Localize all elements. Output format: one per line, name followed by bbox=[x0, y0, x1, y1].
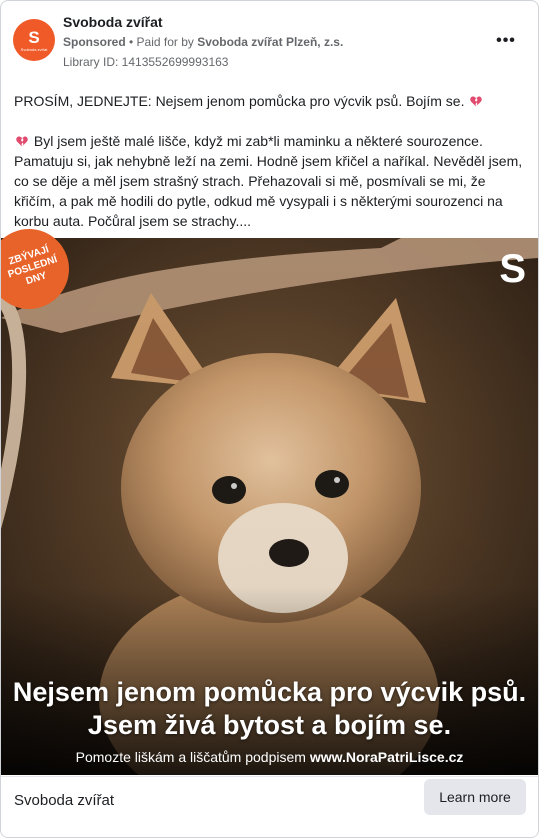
avatar[interactable]: S Svoboda zvířat bbox=[13, 19, 55, 61]
broken-heart-icon bbox=[470, 96, 483, 107]
paid-for-prefix: • Paid for by bbox=[125, 35, 198, 49]
ad-footer: Svoboda zvířat Learn more bbox=[1, 776, 538, 837]
avatar-letter: S bbox=[28, 27, 40, 47]
footer-page-name: Svoboda zvířat bbox=[14, 792, 115, 809]
sponsored-label: Sponsored bbox=[63, 35, 126, 49]
learn-more-button[interactable]: Learn more bbox=[424, 779, 526, 815]
post-line-1: PROSÍM, JEDNEJTE: Nejsem jenom pomůcka p… bbox=[14, 91, 526, 111]
post-paragraph: Byl jsem ještě malé lišče, když mi zab*l… bbox=[14, 133, 523, 229]
library-id: Library ID: 1413552699993163 bbox=[63, 55, 229, 69]
post-text: PROSÍM, JEDNEJTE: Nejsem jenom pomůcka p… bbox=[14, 91, 526, 231]
avatar-subtext: Svoboda zvířat bbox=[20, 46, 48, 52]
image-headline: Nejsem jenom pomůcka pro výcvik psů. Jse… bbox=[12, 677, 527, 740]
more-options-icon[interactable]: ••• bbox=[494, 29, 518, 53]
brand-logo-icon: S bbox=[499, 247, 526, 291]
ad-card: S Svoboda zvířat Svoboda zvířat Sponsore… bbox=[0, 0, 539, 838]
ad-header: S Svoboda zvířat Svoboda zvířat Sponsore… bbox=[1, 1, 538, 81]
broken-heart-icon bbox=[16, 136, 28, 147]
sponsored-line: Sponsored • Paid for by Svoboda zvířat P… bbox=[63, 35, 343, 49]
image-subline: Pomozte liškám a liščatům podpisem www.N… bbox=[75, 749, 464, 765]
page-name[interactable]: Svoboda zvířat bbox=[63, 14, 163, 30]
paid-for-name[interactable]: Svoboda zvířat Plzeň, z.s. bbox=[197, 35, 343, 49]
